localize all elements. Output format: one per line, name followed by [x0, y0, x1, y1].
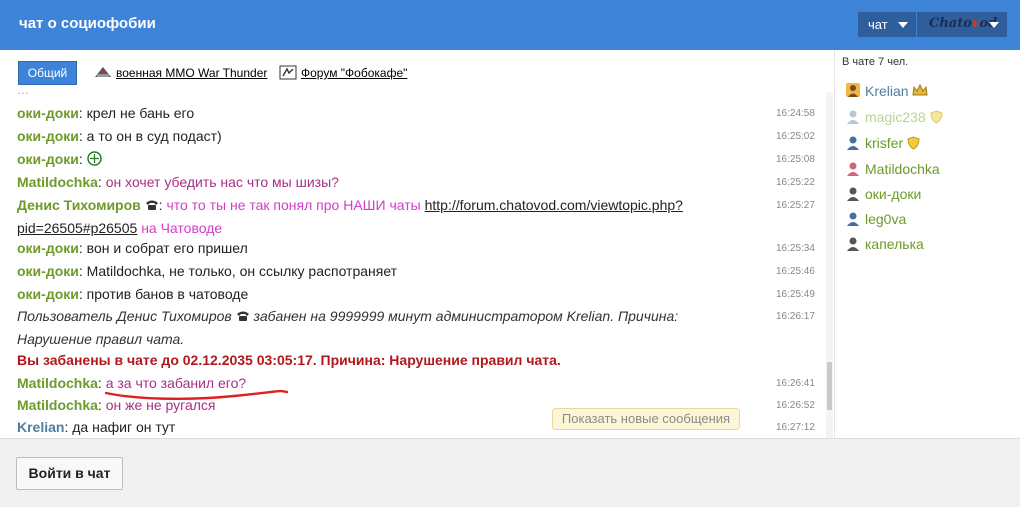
message-time: 16:24:58: [776, 108, 815, 119]
chatovod-logo: Chatovod: [929, 16, 998, 31]
user-avatar-icon: [847, 212, 859, 226]
message-nick[interactable]: оки-доки: [17, 128, 79, 144]
chat-menu-label: чат: [868, 17, 888, 32]
message-time: 16:25:08: [776, 154, 815, 165]
user-item[interactable]: оки-доки: [845, 185, 921, 202]
chatovod-menu-button[interactable]: Chatovod: [917, 12, 1007, 37]
header-bar: чат о социофобии чат Chatovod: [0, 0, 1020, 50]
user-avatar-icon: [847, 110, 859, 124]
message-time: 16:25:34: [776, 243, 815, 254]
forum-link-cont[interactable]: pid=26505#p26505: [17, 220, 137, 236]
room-link-war-thunder[interactable]: военная MMO War Thunder: [94, 65, 267, 80]
war-thunder-icon: [95, 67, 111, 77]
user-item[interactable]: Krelian: [845, 82, 929, 99]
message-nick[interactable]: оки-доки: [17, 151, 79, 167]
message: оки-доки: крел не бань его: [17, 105, 195, 121]
smiley-icon: [86, 151, 102, 166]
user-avatar-icon: [847, 162, 859, 176]
message: оки-доки:: [17, 148, 817, 171]
user-avatar-icon: [846, 83, 860, 97]
message: Matildochka: он хочет убедить нас что мы…: [17, 174, 339, 190]
forum-link[interactable]: http://forum.chatovod.com/viewtopic.php?: [425, 197, 683, 213]
show-new-messages-button[interactable]: Показать новые сообщения: [552, 408, 740, 430]
message: Денис Тихомиров : что то ты не так понял…: [17, 197, 683, 236]
phone-icon: [236, 311, 249, 321]
footer-bar: Войти в чат: [0, 438, 1020, 507]
message-time: 16:26:17: [776, 311, 815, 322]
scrollbar-thumb[interactable]: [827, 362, 832, 410]
user-item[interactable]: Matildochka: [845, 160, 940, 177]
online-count: В чате 7 чел.: [842, 56, 909, 68]
tab-general[interactable]: Общий: [18, 61, 77, 85]
message-nick[interactable]: Krelian: [17, 419, 64, 435]
forum-icon: [279, 65, 297, 80]
phone-icon: [145, 200, 158, 210]
chat-menu-button[interactable]: чат: [858, 12, 916, 37]
message-nick[interactable]: Matildochka: [17, 375, 98, 391]
user-item[interactable]: magic238: [845, 108, 943, 125]
user-avatar-icon: [847, 237, 859, 251]
user-item[interactable]: krisfer: [845, 134, 920, 151]
message: оки-доки: вон и собрат его пришел: [17, 240, 248, 256]
chevron-down-icon: [898, 22, 908, 28]
message-nick[interactable]: Matildochka: [17, 397, 98, 413]
message-time: 16:25:46: [776, 266, 815, 277]
message-time: 16:25:22: [776, 177, 815, 188]
chevron-down-icon: [989, 22, 999, 28]
message-time: 16:27:12: [776, 422, 815, 433]
message-time: 16:26:52: [776, 400, 815, 411]
message-time: 16:25:27: [776, 200, 815, 211]
user-item[interactable]: leg0va: [845, 210, 906, 227]
message-nick[interactable]: Денис Тихомиров: [17, 197, 141, 213]
message-cutoff: ...: [17, 92, 817, 101]
message-time: 16:26:41: [776, 378, 815, 389]
message-time: 16:25:49: [776, 289, 815, 300]
message-nick[interactable]: оки-доки: [17, 263, 79, 279]
user-item[interactable]: капелька: [845, 235, 924, 252]
message-nick[interactable]: Matildochka: [17, 174, 98, 190]
message: оки-доки: Matildochka, не только, он ссы…: [17, 263, 398, 279]
red-handdrawn-underline: [104, 389, 289, 401]
shield-icon: [930, 110, 943, 124]
message-nick[interactable]: оки-доки: [17, 240, 79, 256]
room-tabs: Общий военная MMO War Thunder Форум "Фоб…: [0, 50, 834, 92]
login-button[interactable]: Войти в чат: [16, 457, 123, 490]
message: оки-доки: против банов в чатоводе: [17, 286, 249, 302]
message: оки-доки: а то он в суд подаст): [17, 128, 222, 144]
room-link-forum[interactable]: Форум "Фобокафе": [279, 65, 407, 80]
chat-title: чат о социофобии: [19, 15, 156, 32]
user-list-sidebar: В чате 7 чел. Krelian magic238 krisfer M…: [834, 50, 1020, 438]
message-time: 16:25:02: [776, 131, 815, 142]
crown-icon: [912, 83, 929, 96]
ban-notice: Вы забанены в чате до 02.12.2035 03:05:1…: [17, 352, 561, 368]
system-message: Пользователь Денис Тихомиров забанен на …: [17, 308, 679, 347]
user-avatar-icon: [847, 187, 859, 201]
user-avatar-icon: [847, 136, 859, 150]
message-nick[interactable]: оки-доки: [17, 286, 79, 302]
shield-icon: [907, 136, 920, 150]
message-nick[interactable]: оки-доки: [17, 105, 79, 121]
